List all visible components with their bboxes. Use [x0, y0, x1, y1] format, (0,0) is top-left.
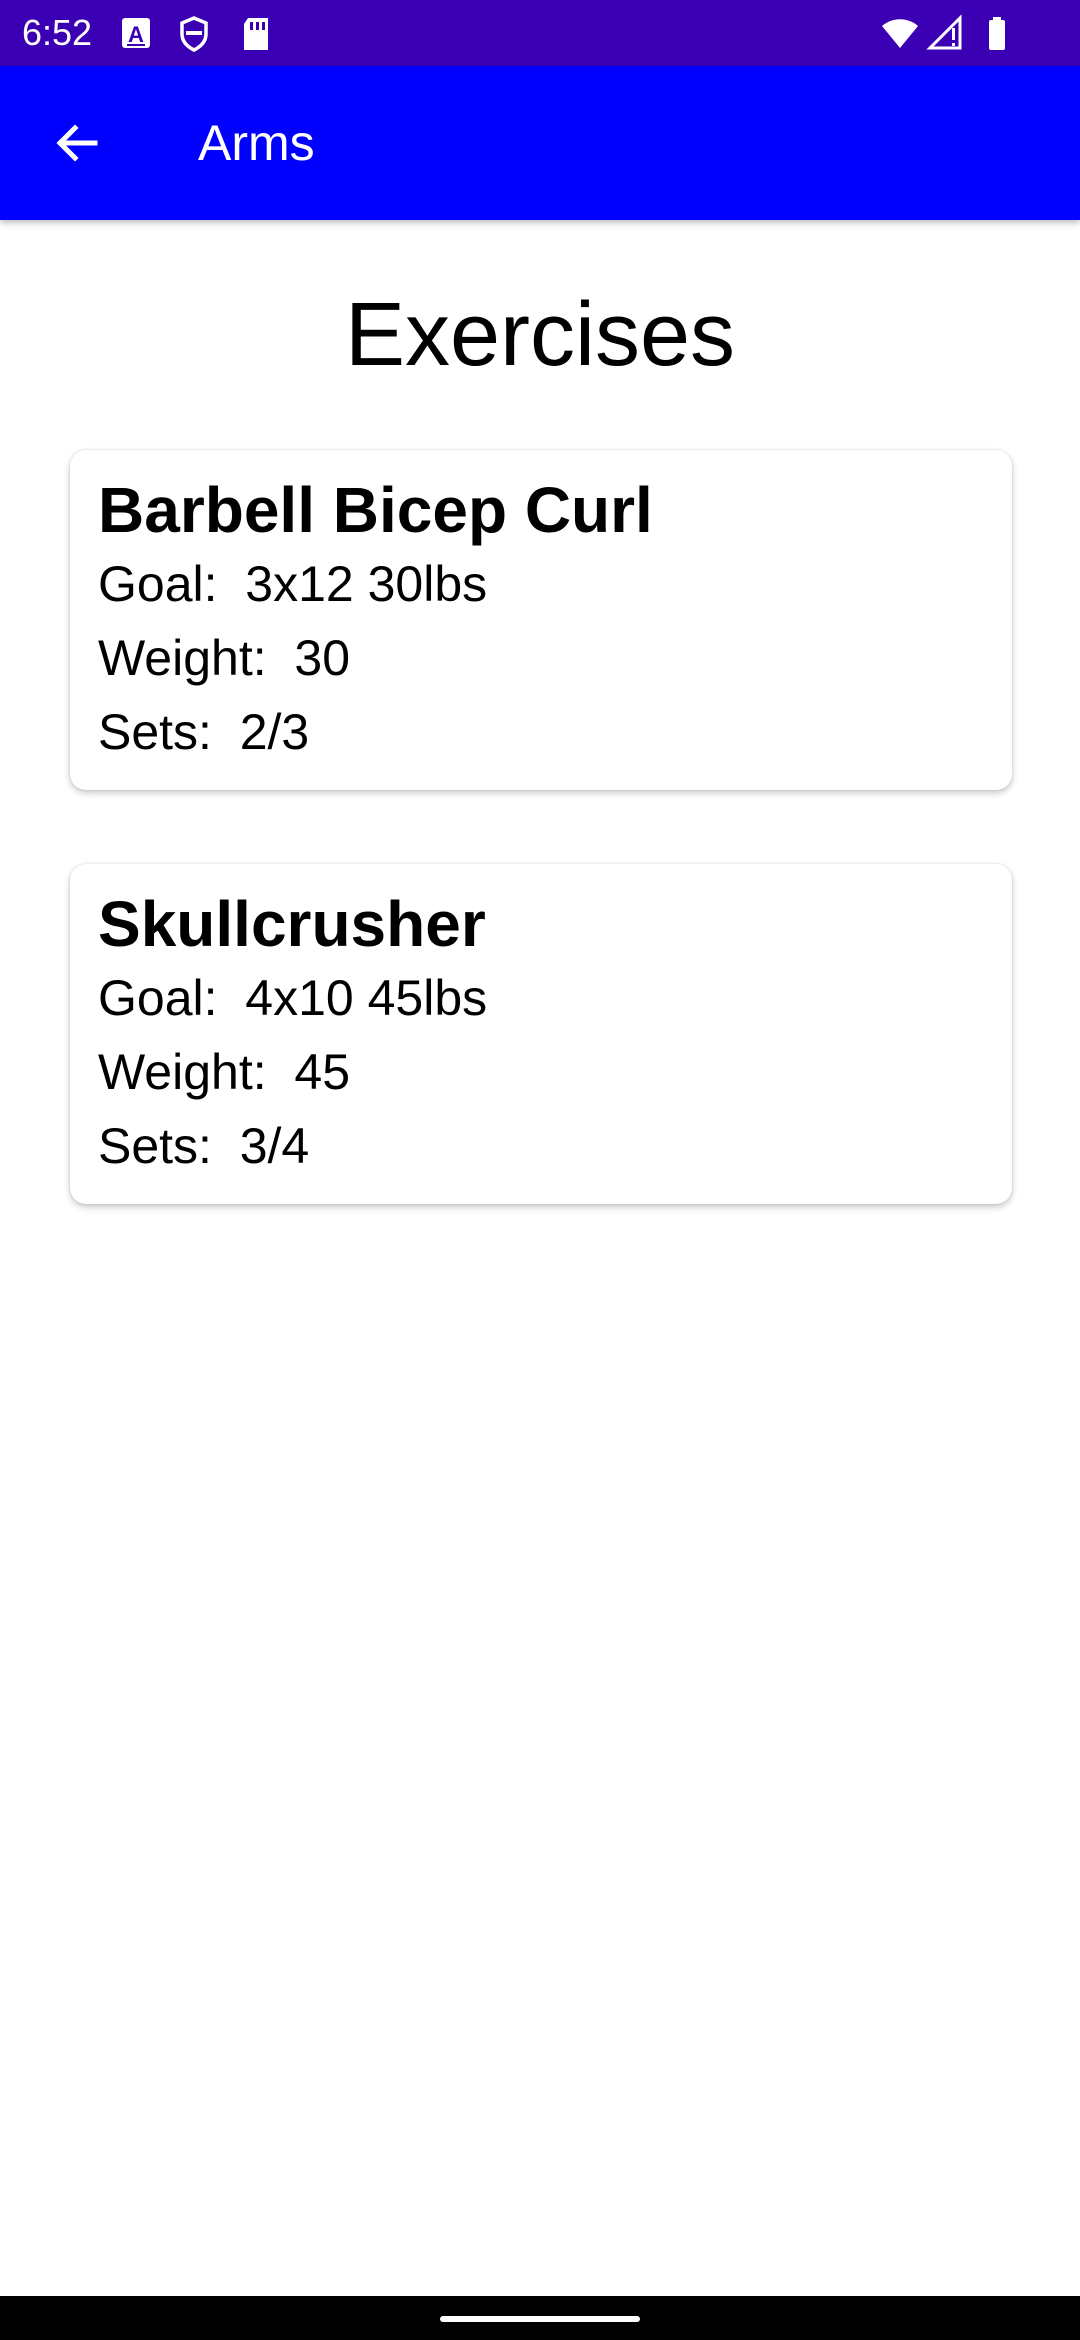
- text-a-icon: A: [122, 18, 150, 48]
- exercise-name: Barbell Bicep Curl: [98, 474, 653, 546]
- back-button[interactable]: [30, 96, 124, 190]
- app-title: Arms: [198, 115, 315, 171]
- exercise-weight: Weight: 30: [98, 630, 351, 686]
- exercise-card[interactable]: Skullcrusher Goal: 4x10 45lbs Weight: 45…: [70, 864, 1012, 1204]
- sd-card-icon: [244, 18, 268, 50]
- page-heading: Exercises: [344, 285, 736, 385]
- exercise-name: Skullcrusher: [98, 888, 486, 960]
- navigation-bar: [0, 2296, 1080, 2340]
- exercise-list-item: Skullcrusher Goal: 4x10 45lbs Weight: 45…: [52, 852, 1038, 1218]
- exercise-weight: Weight: 45: [98, 1044, 351, 1100]
- exercise-sets: Sets: 2/3: [98, 704, 310, 760]
- status-bar: 6:52 A: [0, 0, 1080, 66]
- home-gesture-handle[interactable]: [440, 2316, 640, 2322]
- status-time: 6:52: [22, 12, 93, 53]
- app-bar: Arms: [0, 66, 1080, 220]
- wifi-icon: [882, 19, 918, 48]
- exercise-goal: Goal: 4x10 45lbs: [98, 970, 488, 1026]
- arrow-back-icon: [56, 124, 98, 162]
- exercise-list-item: Barbell Bicep Curl Goal: 3x12 30lbs Weig…: [52, 438, 1038, 804]
- signal-icon: [926, 14, 962, 50]
- exercise-card[interactable]: Barbell Bicep Curl Goal: 3x12 30lbs Weig…: [70, 450, 1012, 790]
- exercise-goal: Goal: 3x12 30lbs: [98, 556, 488, 612]
- exercise-sets: Sets: 3/4: [98, 1118, 310, 1174]
- svg-text:A: A: [128, 22, 144, 47]
- battery-icon: [989, 17, 1005, 50]
- shield-badge-icon: [180, 16, 208, 52]
